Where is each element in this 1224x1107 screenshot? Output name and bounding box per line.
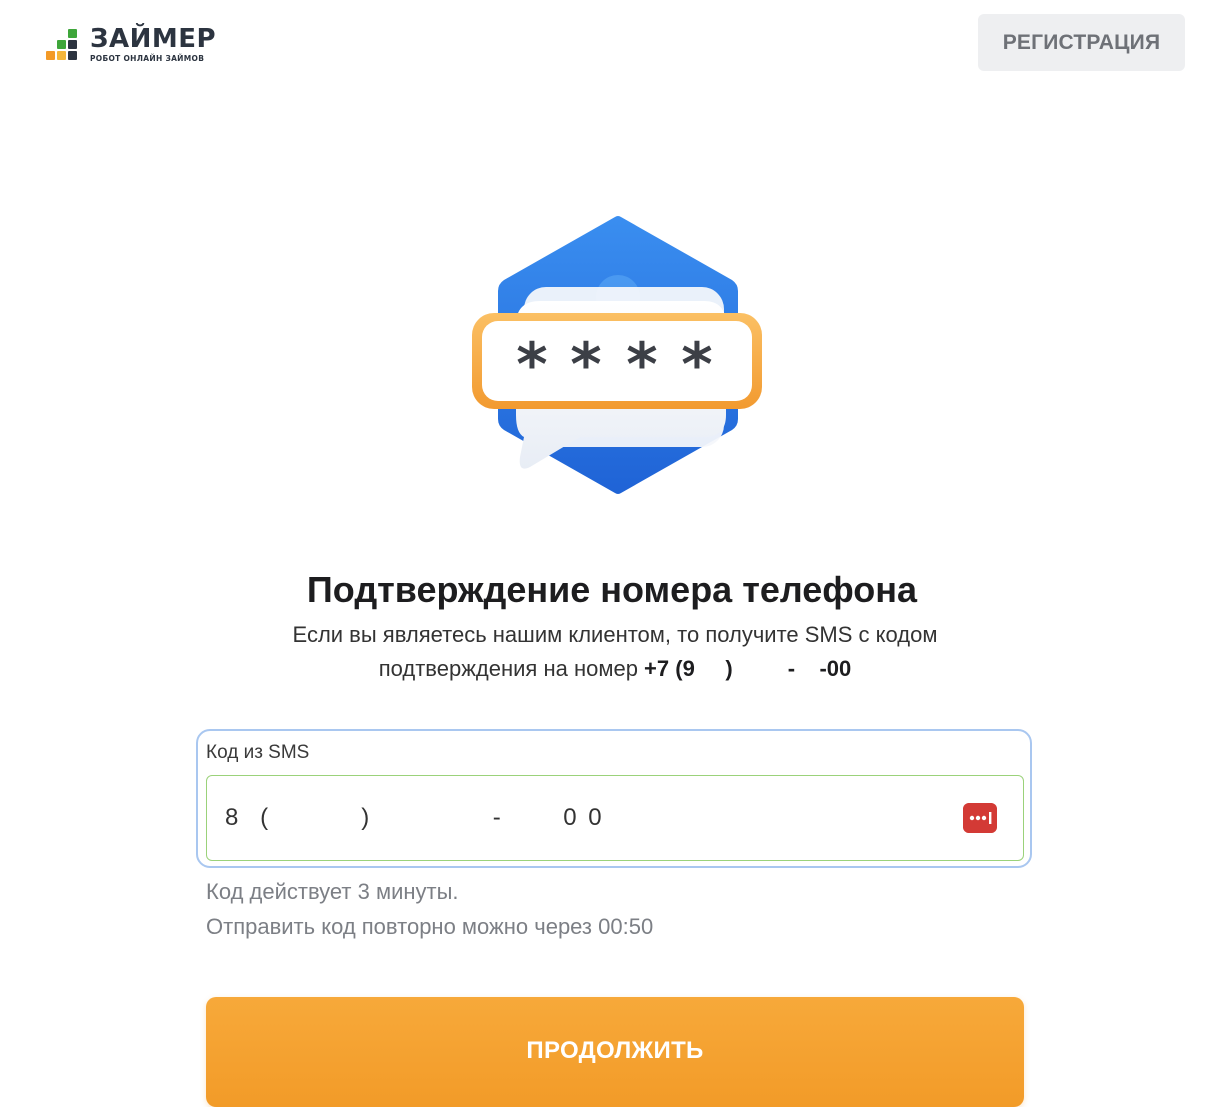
subtitle-line-2: подтверждения на номер +7 (9 ) - -00 — [212, 652, 1018, 686]
sms-code-bubble-icon: * * * * — [472, 216, 762, 494]
sms-code-field: Код из SMS — [196, 729, 1032, 868]
subtitle-line-1: Если вы являетесь нашим клиентом, то пол… — [292, 622, 938, 647]
masked-phone-number: +7 (9 ) - -00 — [644, 656, 852, 681]
continue-button-label: ПРОДОЛЖИТЬ — [526, 1037, 704, 1064]
page-subtitle: Если вы являетесь нашим клиентом, то пол… — [212, 618, 1018, 686]
sms-code-input[interactable] — [225, 776, 925, 859]
svg-text:*: * — [516, 330, 547, 400]
svg-text:*: * — [570, 330, 601, 400]
svg-text:*: * — [626, 330, 657, 400]
page-title: Подтверждение номера телефона — [306, 569, 918, 610]
brand-tagline: РОБОТ ОНЛАЙН ЗАЙМОВ — [90, 53, 205, 63]
password-dots-icon[interactable] — [963, 803, 997, 833]
sms-code-input-box[interactable] — [206, 775, 1024, 861]
svg-text:*: * — [681, 330, 712, 400]
brand-name: ЗАЙМЕР — [90, 23, 217, 54]
logo-mark-icon — [46, 25, 82, 63]
continue-button[interactable]: ПРОДОЛЖИТЬ — [206, 997, 1024, 1107]
register-button[interactable]: РЕГИСТРАЦИЯ — [978, 14, 1185, 71]
code-validity-hint: Код действует 3 минуты. — [206, 879, 459, 904]
sms-code-label: Код из SMS — [206, 742, 310, 763]
brand-logo[interactable]: ЗАЙМЕР РОБОТ ОНЛАЙН ЗАЙМОВ — [46, 24, 216, 64]
resend-timer-hint: Отправить код повторно можно через 00:50 — [206, 914, 654, 939]
subtitle-line-2-prefix: подтверждения на номер — [378, 656, 645, 681]
